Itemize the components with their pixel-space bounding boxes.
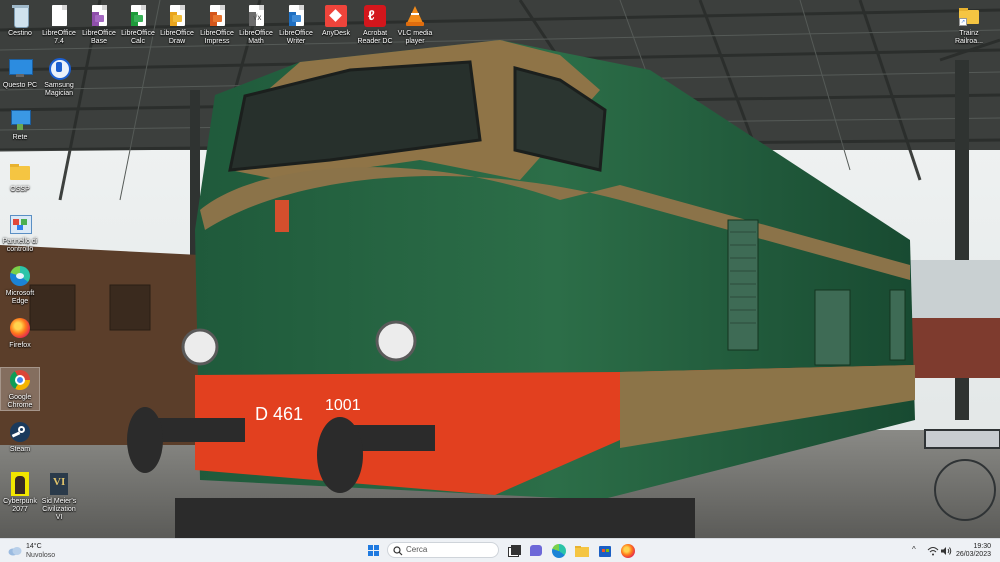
cloud-icon [8,547,22,556]
libreoffice-math-icon: √x [244,4,268,28]
desktop-icon-label: LibreOffice Math [239,30,273,45]
search-icon [393,546,403,556]
cyberpunk-icon [8,472,32,496]
clock-time: 19:30 [973,543,991,550]
desktop-icon-label: OSSP [10,186,30,193]
desktop-icon-label: LibreOffice Writer [279,30,313,45]
loco-marking-number: 1001 [325,397,361,414]
desktop-icon-label: Trainz Railroa... [954,30,983,45]
desktop-icon-label: Microsoft Edge [5,290,35,305]
desktop-icon-libreoffice-impress[interactable]: LibreOffice Impress [198,4,236,46]
taskbar-search[interactable]: Cerca [387,542,499,558]
desktop-icon-ossp[interactable]: OSSP [1,160,39,194]
desktop-icon-steam[interactable]: Steam [1,420,39,454]
acrobat-reader-icon: ℓ [363,4,387,28]
volume-icon[interactable] [940,546,952,556]
desktop-icon-firefox[interactable]: Firefox [1,316,39,350]
tray-overflow-chevron[interactable]: ^ [912,545,916,554]
anydesk-icon [324,4,348,28]
recycle-bin-icon [8,4,32,28]
desktop-icon-cyberpunk[interactable]: Cyberpunk 2077 [1,472,39,514]
desktop-icon-libreoffice-draw[interactable]: LibreOffice Draw [158,4,196,46]
wifi-icon[interactable] [927,546,939,556]
desktop-wallpaper: D 461 1001 [0,0,1000,538]
desktop-icon-acrobat-reader[interactable]: ℓ Acrobat Reader DC [356,4,394,46]
desktop-icon-label: Google Chrome [7,394,33,409]
desktop-icon-libreoffice[interactable]: LibreOffice 7.4 [40,4,78,46]
taskbar: 14°C Nuvoloso Cerca ^ 19:30 26/03/2023 [0,538,1000,562]
desktop-icon-anydesk[interactable]: AnyDesk [317,4,355,38]
taskbar-clock[interactable]: 19:30 26/03/2023 [956,543,991,559]
teams-chat-icon[interactable] [528,543,544,559]
windows-start-icon[interactable] [366,543,382,559]
firefox-icon [8,316,32,340]
control-panel-icon [8,212,32,236]
desktop-icon-label: Samsung Magician [44,82,74,97]
libreoffice-icon [47,4,71,28]
loco-marking-class: D 461 [255,404,303,424]
desktop-icon-label: AnyDesk [321,30,350,37]
desktop-icon-samsung-magician[interactable]: Samsung Magician [40,56,78,98]
desktop-icon-label: LibreOffice Impress [200,30,234,45]
civilization-icon: VI [47,472,71,496]
libreoffice-calc-icon [126,4,150,28]
microsoft-store-icon[interactable] [597,543,613,559]
desktop-icon-label: Cestino [8,30,32,37]
desktop-icon-label: Sid Meier's Civilization VI [41,498,77,521]
libreoffice-base-icon [87,4,111,28]
desktop-icon-network[interactable]: Rete [1,108,39,142]
desktop-icon-vlc[interactable]: VLC media player [396,4,434,46]
desktop-icon-label: LibreOffice Draw [160,30,194,45]
folder-shortcut-icon: ↗ [957,4,981,28]
file-explorer-icon[interactable] [574,543,590,559]
vlc-icon [403,4,427,28]
search-placeholder: Cerca [406,545,428,554]
task-view-icon[interactable] [505,543,521,559]
firefox-icon[interactable] [620,543,636,559]
desktop-icon-edge[interactable]: Microsoft Edge [1,264,39,306]
this-pc-icon [8,56,33,80]
desktop-icon-label: Questo PC [2,82,38,89]
libreoffice-writer-icon [284,4,308,28]
weather-condition: Nuvoloso [26,552,56,559]
desktop-icon-label: VLC media player [397,30,433,45]
desktop-icon-libreoffice-base[interactable]: LibreOffice Base [80,4,118,46]
desktop-icon-this-pc[interactable]: Questo PC [1,56,39,90]
edge-icon [8,264,32,288]
weather-temp: 14°C [26,543,42,550]
desktop-icon-label: Cyberpunk 2077 [3,498,37,513]
desktop-icon-libreoffice-calc[interactable]: LibreOffice Calc [119,4,157,46]
desktop: D 461 1001 Cestino LibreOffice 7.4 Libre… [0,0,1000,538]
libreoffice-impress-icon [205,4,229,28]
desktop-icon-civilization[interactable]: VI Sid Meier's Civilization VI [40,472,78,522]
desktop-icon-libreoffice-math[interactable]: √x LibreOffice Math [237,4,275,46]
samsung-magician-icon [47,56,71,80]
desktop-icon-recycle-bin[interactable]: Cestino [1,4,39,38]
desktop-icon-chrome[interactable]: Google Chrome [0,367,40,411]
desktop-icon-label: LibreOffice Calc [121,30,155,45]
desktop-icon-label: Firefox [9,342,31,349]
desktop-icon-label: Rete [12,134,28,141]
desktop-icon-trainz[interactable]: ↗ Trainz Railroa... [950,4,988,46]
chrome-icon [8,368,32,392]
desktop-icon-label: Acrobat Reader DC [357,30,393,45]
libreoffice-draw-icon [165,4,189,28]
desktop-icon-label: Pannello di controllo [2,238,38,253]
desktop-icon-label: LibreOffice Base [82,30,116,45]
desktop-icon-libreoffice-writer[interactable]: LibreOffice Writer [277,4,315,46]
desktop-icon-control-panel[interactable]: Pannello di controllo [1,212,39,254]
desktop-icon-label: LibreOffice 7.4 [42,30,76,45]
steam-icon [8,420,32,444]
edge-icon[interactable] [551,543,567,559]
clock-date: 26/03/2023 [955,551,991,558]
network-icon [8,108,32,132]
folder-icon [8,160,32,184]
desktop-icon-label: Steam [9,446,31,453]
